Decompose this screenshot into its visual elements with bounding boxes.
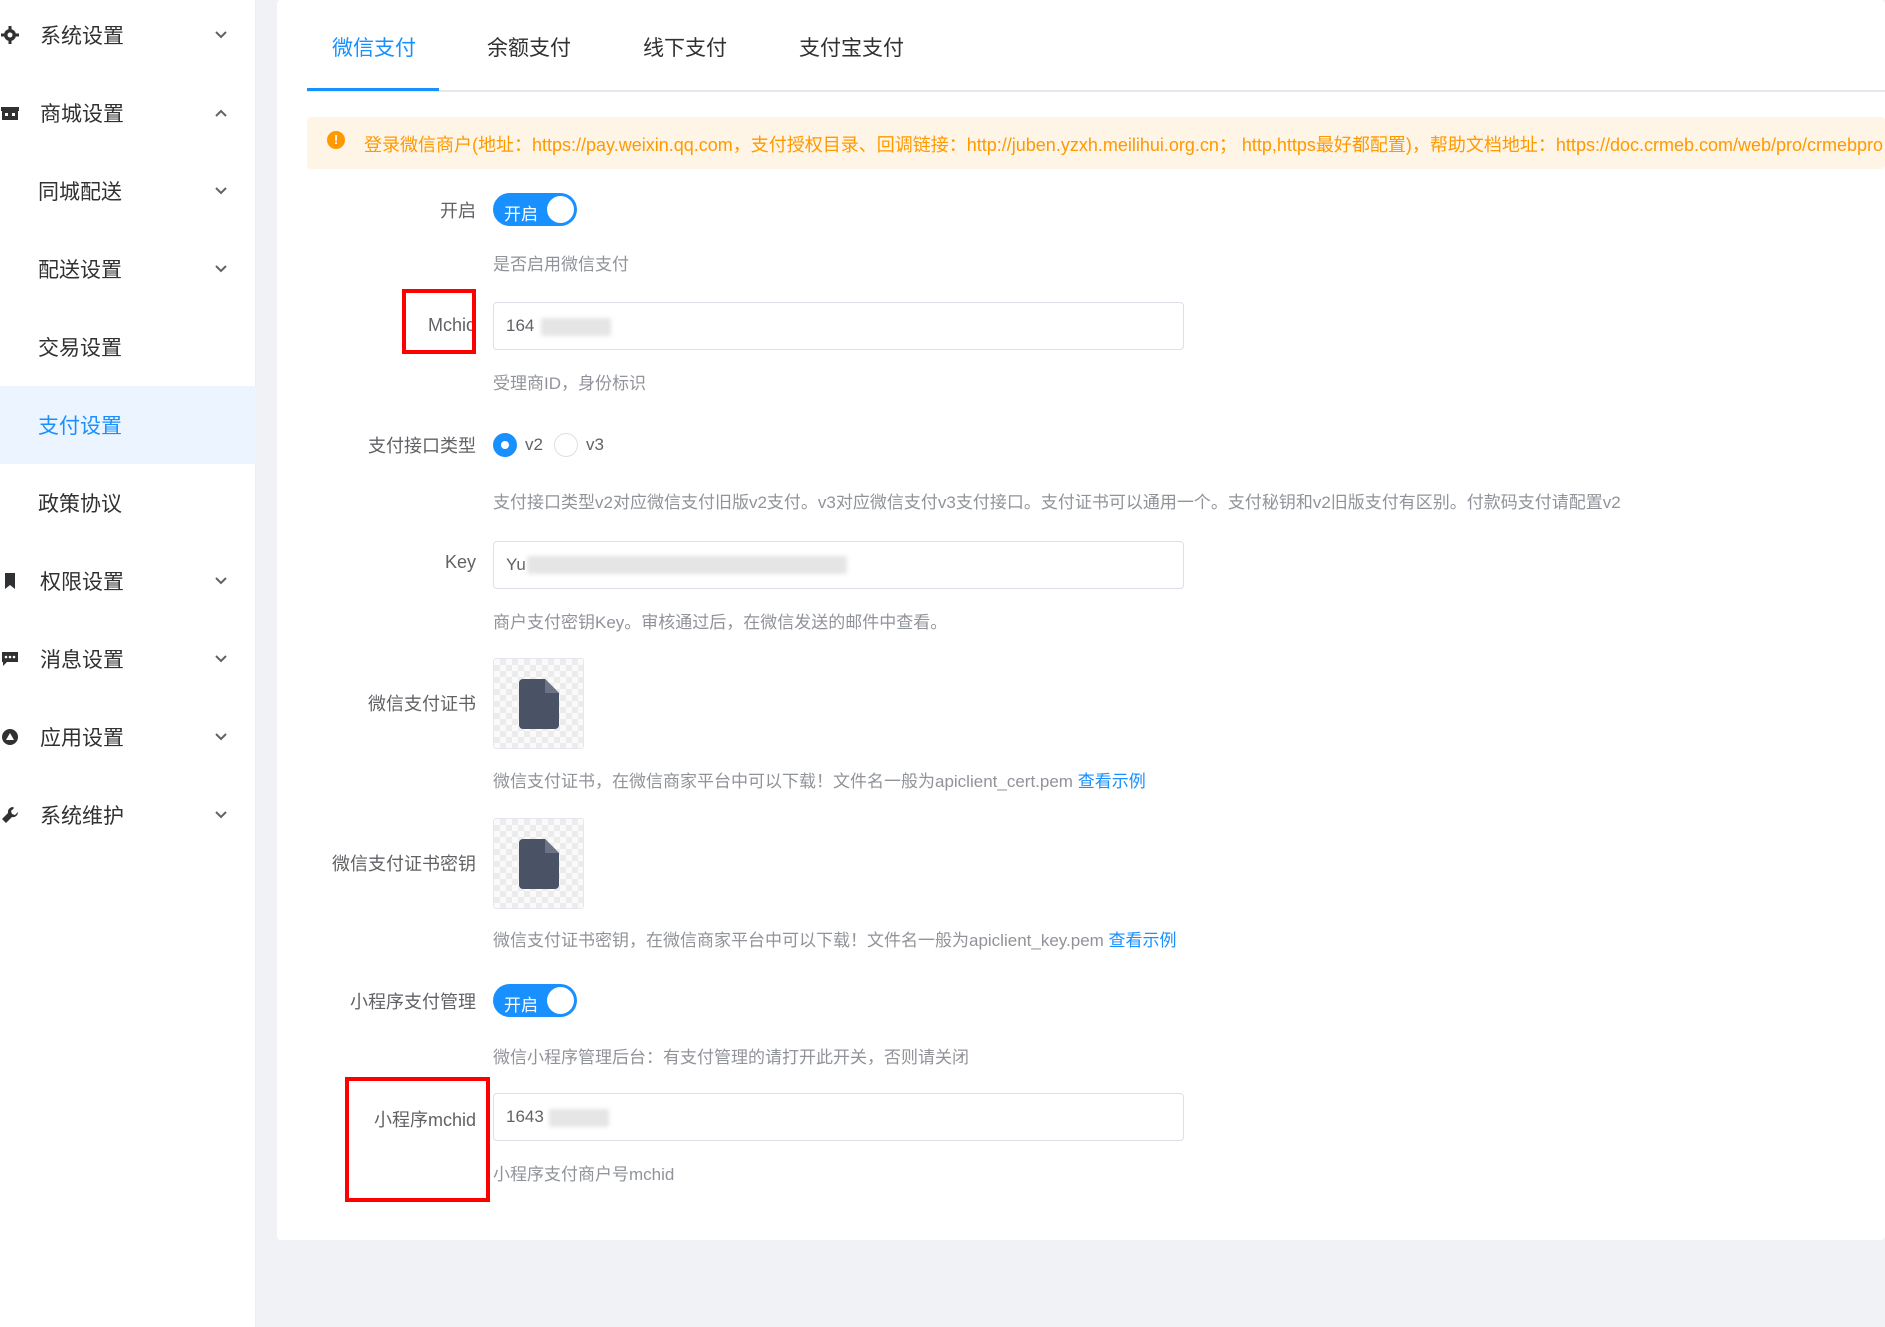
- cert-help-text: 微信支付证书，在微信商家平台中可以下载！文件名一般为apiclient_cert…: [493, 772, 1073, 791]
- sidebar-item-trade-settings[interactable]: 交易设置: [0, 308, 256, 386]
- sidebar-item-label: 交易设置: [38, 337, 122, 360]
- key-help: 商户支付密钥Key。审核通过后，在微信发送的邮件中查看。: [493, 613, 948, 632]
- mini-pay-toggle[interactable]: 开启: [493, 984, 577, 1017]
- chevron-down-icon: [215, 733, 227, 741]
- sidebar-item-label: 支付设置: [38, 415, 122, 438]
- chevron-down-icon: [215, 265, 227, 273]
- mini-pay-label: 小程序支付管理: [350, 992, 476, 1012]
- sidebar-item-policy[interactable]: 政策协议: [0, 464, 256, 542]
- tab-alipay[interactable]: 支付宝支付: [799, 32, 904, 62]
- chevron-down-icon: [215, 655, 227, 663]
- sidebar-item-label: 系统维护: [40, 805, 124, 828]
- cert-key-example-link[interactable]: 查看示例: [1109, 931, 1177, 950]
- chevron-down-icon: [215, 577, 227, 585]
- radio-label: v3: [586, 435, 604, 454]
- sidebar-item-label: 政策协议: [38, 493, 122, 516]
- tab-balance-pay[interactable]: 余额支付: [487, 32, 571, 62]
- tab-offline-pay[interactable]: 线下支付: [643, 32, 727, 62]
- sidebar-item-payment-settings[interactable]: 支付设置: [0, 386, 256, 464]
- file-icon: [518, 678, 559, 729]
- mchid-help: 受理商ID，身份标识: [493, 374, 646, 393]
- sidebar-item-city-delivery[interactable]: 同城配送: [0, 152, 256, 230]
- enable-help: 是否启用微信支付: [493, 255, 629, 274]
- radio-dot: [554, 433, 578, 457]
- mini-mchid-help: 小程序支付商户号mchid: [493, 1165, 675, 1184]
- warning-icon: !: [327, 131, 345, 149]
- toggle-knob: [547, 987, 574, 1014]
- sidebar-item-permission-settings[interactable]: 权限设置: [0, 542, 256, 620]
- info-alert: ! 登录微信商户(地址：https://pay.weixin.qq.com，支付…: [307, 117, 1885, 169]
- toggle-text: 开启: [504, 205, 538, 224]
- sidebar-item-label: 配送设置: [38, 259, 122, 282]
- redacted-mask: [541, 318, 611, 336]
- enable-label: 开启: [440, 201, 476, 221]
- cert-key-upload[interactable]: [493, 818, 584, 909]
- radio-dot: [493, 433, 517, 457]
- main-card: 微信支付 余额支付 线下支付 支付宝支付 ! 登录微信商户(地址：https:/…: [277, 0, 1885, 1240]
- sidebar-item-message-settings[interactable]: 消息设置: [0, 620, 256, 698]
- api-type-v3-radio[interactable]: v3: [554, 433, 604, 457]
- message-icon: [0, 649, 20, 669]
- cert-label: 微信支付证书: [368, 694, 476, 714]
- sidebar-item-mall-settings[interactable]: 商城设置: [0, 74, 256, 152]
- radio-label: v2: [525, 435, 543, 454]
- chevron-down-icon: [215, 187, 227, 195]
- highlight-box-mini-mchid: [345, 1077, 490, 1202]
- active-tab-indicator: [307, 88, 439, 91]
- sidebar-item-system-settings[interactable]: 系统设置: [0, 0, 256, 74]
- payment-tabs: 微信支付 余额支付 线下支付 支付宝支付: [307, 0, 1885, 92]
- appstore-icon: [0, 727, 20, 747]
- highlight-box-mchid: [402, 289, 476, 354]
- cert-example-link[interactable]: 查看示例: [1078, 772, 1146, 791]
- sidebar-item-system-maintenance[interactable]: 系统维护: [0, 776, 256, 854]
- chevron-down-icon: [215, 31, 227, 39]
- key-label: Key: [444, 552, 476, 572]
- store-icon: [0, 103, 20, 123]
- sidebar-item-delivery-settings[interactable]: 配送设置: [0, 230, 256, 308]
- sidebar-item-label: 同城配送: [38, 181, 122, 204]
- chevron-up-icon: [215, 109, 227, 117]
- alert-text: 登录微信商户(地址：https://pay.weixin.qq.com，支付授权…: [364, 135, 1884, 155]
- cert-key-label: 微信支付证书密钥: [332, 854, 476, 874]
- cert-key-help-text: 微信支付证书密钥，在微信商家平台中可以下载！文件名一般为apiclient_ke…: [493, 931, 1104, 950]
- mini-pay-help: 微信小程序管理后台：有支付管理的请打开此开关，否则请关闭: [493, 1048, 969, 1067]
- toggle-text: 开启: [504, 996, 538, 1015]
- tab-wechat-pay[interactable]: 微信支付: [332, 32, 416, 62]
- api-type-help: 支付接口类型v2对应微信支付旧版v2支付。v3对应微信支付v3支付接口。支付证书…: [493, 493, 1621, 512]
- redacted-mask: [549, 1109, 609, 1127]
- sidebar: 系统设置 商城设置 同城配送 配送设置 交易设置 支付设置 政策协议 权限设置 …: [0, 0, 256, 1327]
- sidebar-item-label: 应用设置: [40, 727, 124, 750]
- wechat-pay-toggle[interactable]: 开启: [493, 193, 577, 226]
- bookmark-icon: [0, 571, 20, 591]
- api-type-v2-radio[interactable]: v2: [493, 433, 543, 457]
- sidebar-item-app-settings[interactable]: 应用设置: [0, 698, 256, 776]
- sidebar-item-label: 系统设置: [40, 25, 124, 48]
- sidebar-item-label: 权限设置: [40, 571, 124, 594]
- redacted-mask: [527, 556, 847, 574]
- api-type-label: 支付接口类型: [368, 436, 476, 456]
- cert-upload[interactable]: [493, 658, 584, 749]
- sidebar-item-label: 商城设置: [40, 103, 124, 126]
- cert-key-help: 微信支付证书密钥，在微信商家平台中可以下载！文件名一般为apiclient_ke…: [493, 926, 1177, 951]
- cert-help: 微信支付证书，在微信商家平台中可以下载！文件名一般为apiclient_cert…: [493, 767, 1146, 792]
- gear-icon: [0, 25, 20, 45]
- file-icon: [518, 838, 559, 889]
- toggle-knob: [547, 196, 574, 223]
- sidebar-item-label: 消息设置: [40, 649, 124, 672]
- chevron-down-icon: [215, 811, 227, 819]
- wrench-icon: [0, 805, 20, 825]
